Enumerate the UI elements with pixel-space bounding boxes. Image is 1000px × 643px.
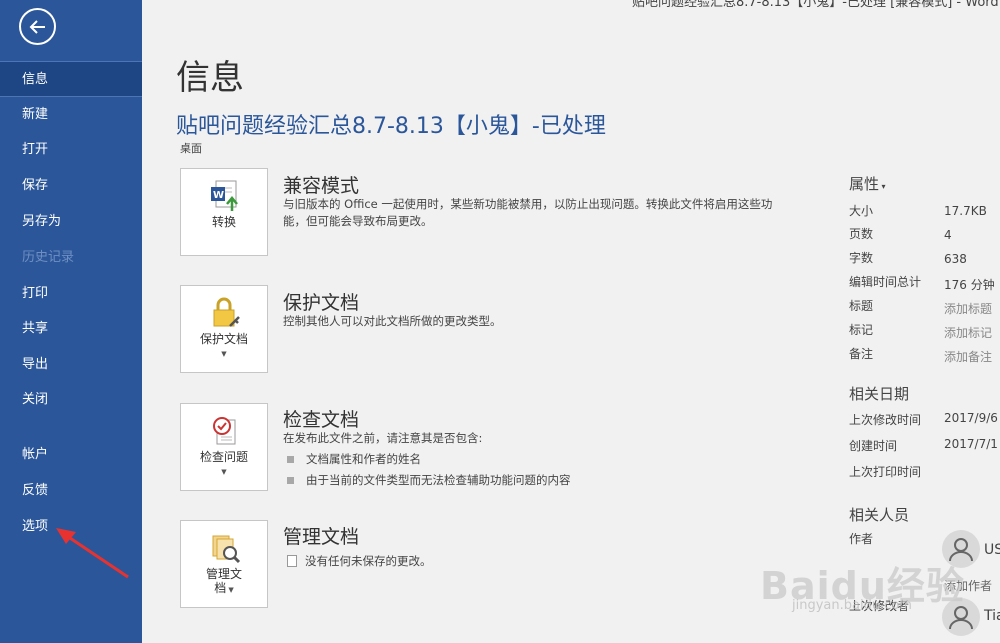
prop-pages-label: 页数	[849, 227, 874, 241]
prop-edit-time-label: 编辑时间总计	[849, 275, 922, 289]
prop-pages-value: 4	[944, 228, 952, 242]
created-value: 2017/7/1	[944, 437, 998, 451]
dropdown-caret-icon: ▼	[221, 468, 227, 476]
document-title: 贴吧问题经验汇总8.7-8.13【小鬼】-已处理	[176, 114, 606, 139]
protect-document-description: 控制其他人可以对此文档所做的更改类型。	[283, 314, 502, 328]
window-title: 贴吧问题经验汇总8.7-8.13【小鬼】-已处理 [兼容模式] - Word	[632, 0, 999, 10]
inspect-document-title: 检查文档	[283, 409, 360, 431]
manage-document-button[interactable]: 管理文 档 ▼	[180, 520, 268, 608]
check-issues-label: 检查问题	[199, 450, 248, 464]
protect-document-title: 保护文档	[283, 292, 360, 314]
check-issues-button[interactable]: 检查问题 ▼	[180, 403, 268, 491]
created-label: 创建时间	[849, 439, 898, 453]
page-title: 信息	[176, 58, 244, 98]
lock-icon	[213, 297, 240, 327]
compat-mode-title: 兼容模式	[283, 175, 360, 197]
author-name[interactable]: US	[984, 542, 1000, 558]
related-people-heading: 相关人员	[849, 506, 910, 524]
nav-share[interactable]: 共享	[0, 311, 142, 347]
nav-account[interactable]: 帐户	[0, 437, 142, 473]
last-modifier-name[interactable]: Tia	[984, 608, 1000, 624]
document-icon	[287, 555, 297, 567]
manage-document-description: 没有任何未保存的更改。	[287, 553, 787, 570]
nav-save-as[interactable]: 另存为	[0, 204, 142, 240]
nav-feedback[interactable]: 反馈	[0, 473, 142, 509]
bullet-square-icon	[287, 456, 294, 463]
protect-document-button[interactable]: 保护文档 ▼	[180, 285, 268, 373]
prop-size-label: 大小	[849, 204, 874, 218]
nav-info[interactable]: 信息	[0, 61, 142, 97]
annotation-arrow-icon	[56, 528, 129, 579]
prop-comments-label: 备注	[849, 347, 874, 361]
protect-document-label: 保护文档	[199, 332, 248, 346]
back-arrow-icon	[29, 19, 45, 34]
author-label: 作者	[849, 532, 874, 546]
dropdown-caret-icon: ▼	[221, 350, 227, 358]
add-tags-field[interactable]: 添加标记	[944, 324, 992, 341]
back-button[interactable]	[19, 8, 56, 45]
add-title-field[interactable]: 添加标题	[944, 300, 992, 317]
last-modified-value: 2017/9/6	[944, 411, 998, 425]
bullet-square-icon	[287, 477, 294, 484]
document-location[interactable]: 桌面	[180, 140, 202, 156]
svg-text:W: W	[213, 190, 224, 201]
convert-button[interactable]: W 转换	[180, 168, 268, 256]
prop-edit-time-value: 176 分钟	[944, 278, 995, 292]
properties-heading[interactable]: 属性 ▾	[849, 173, 886, 194]
nav-close[interactable]: 关闭	[0, 382, 142, 418]
nav-export[interactable]: 导出	[0, 347, 142, 383]
prop-words-label: 字数	[849, 251, 874, 265]
prop-size-value: 17.7KB	[944, 204, 987, 218]
inspect-bullet: 由于当前的文件类型而无法检查辅助功能问题的内容	[287, 472, 571, 488]
prop-title-label: 标题	[849, 299, 874, 313]
last-printed-label: 上次打印时间	[849, 465, 922, 479]
inspect-document-icon	[213, 417, 236, 445]
baidu-watermark-url: jingyan.baidu.com	[792, 598, 912, 613]
convert-button-label: 转换	[211, 215, 236, 229]
manage-document-label: 管理文 档 ▼	[205, 567, 242, 595]
nav-save[interactable]: 保存	[0, 168, 142, 204]
prop-tags-label: 标记	[849, 323, 874, 337]
related-dates-heading: 相关日期	[849, 385, 910, 403]
last-modified-label: 上次修改时间	[849, 413, 922, 427]
nav-new[interactable]: 新建	[0, 97, 142, 133]
nav-history: 历史记录	[22, 250, 75, 265]
prop-words-value: 638	[944, 252, 967, 266]
nav-open[interactable]: 打开	[0, 132, 142, 168]
manage-document-title: 管理文档	[283, 526, 360, 548]
inspect-bullet: 文档属性和作者的姓名	[287, 451, 421, 467]
compat-mode-description: 与旧版本的 Office 一起使用时，某些新功能被禁用，以防止出现问题。转换此文…	[283, 197, 773, 228]
manage-document-icon	[212, 535, 241, 564]
nav-print[interactable]: 打印	[0, 276, 142, 312]
inspect-document-description: 在发布此文件之前，请注意其是否包含:	[283, 431, 483, 445]
word-convert-icon: W	[211, 180, 238, 211]
add-comments-field[interactable]: 添加备注	[944, 348, 992, 365]
